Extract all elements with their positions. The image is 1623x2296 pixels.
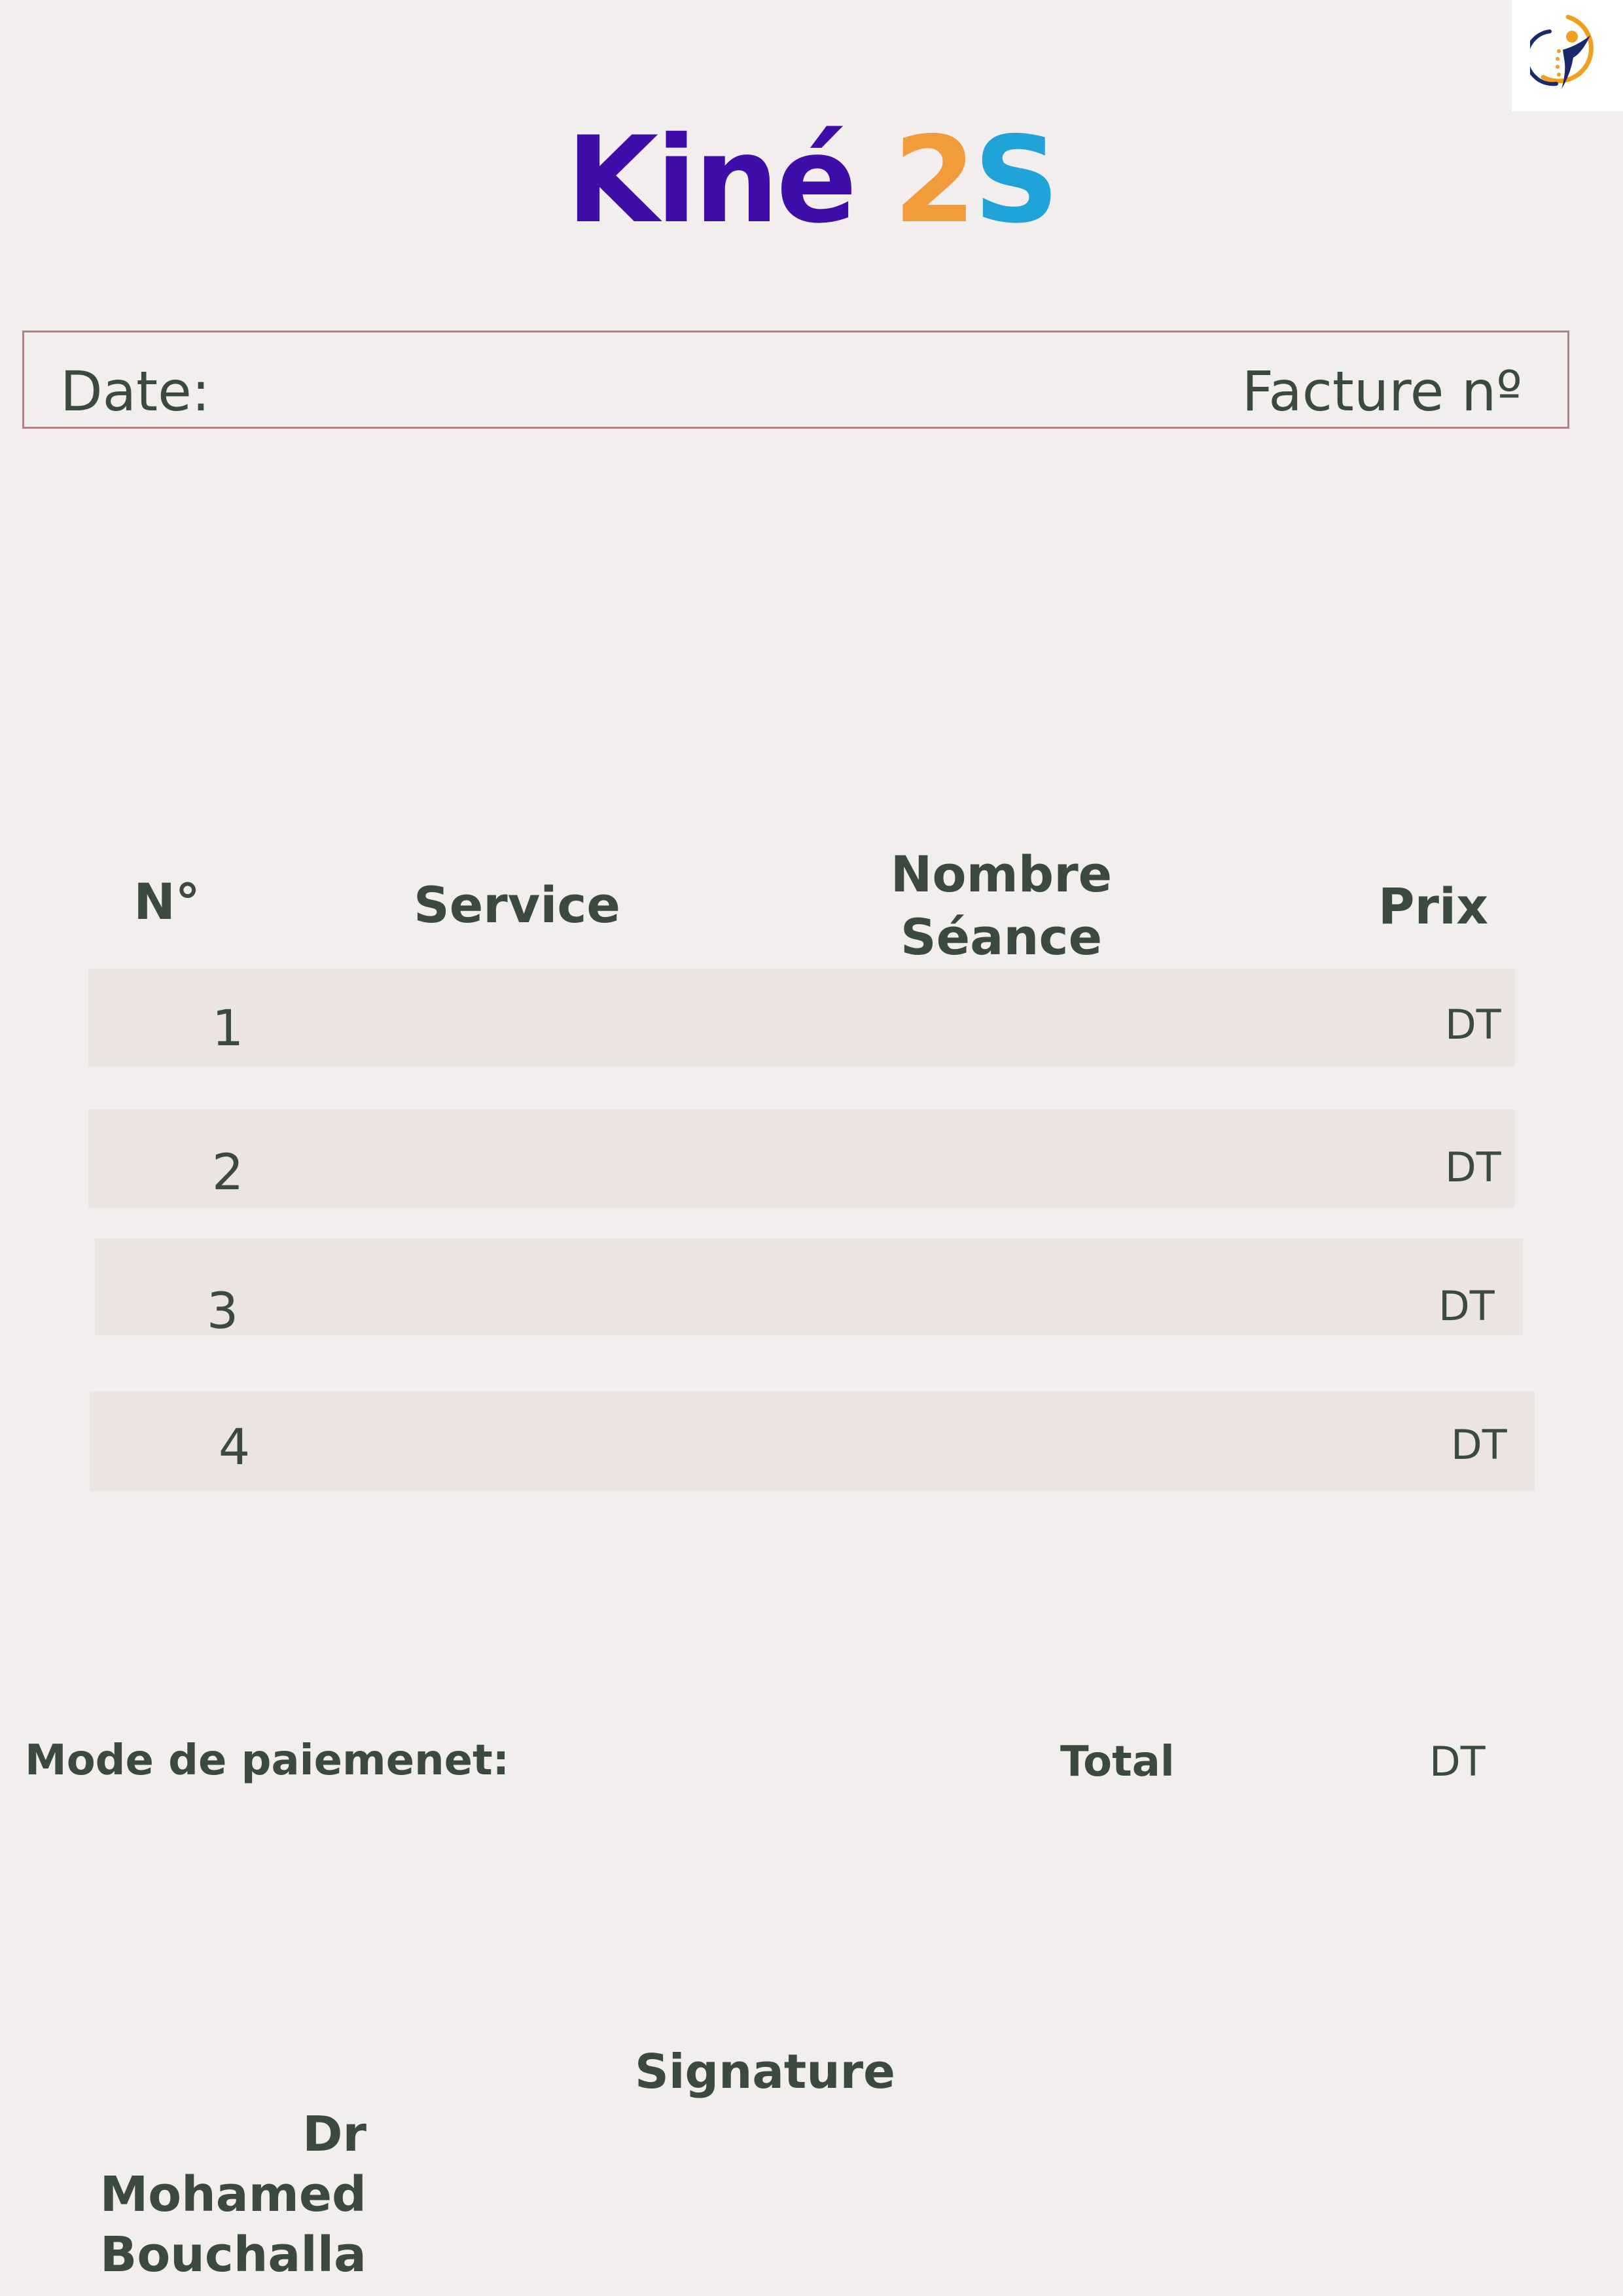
invoice-number-label: Facture nº (1241, 359, 1522, 423)
total-currency: DT (1429, 1738, 1486, 1785)
column-header-price: Prix (1378, 877, 1489, 935)
column-header-number: N° (134, 872, 200, 931)
spine-figure-icon (1530, 14, 1594, 89)
row-number: 4 (218, 1418, 251, 1476)
title-letter: S (973, 111, 1060, 249)
title-number: 2 (893, 111, 976, 249)
table-row (95, 1238, 1523, 1335)
payment-method-label: Mode de paiemenet: (25, 1736, 510, 1785)
table-row (88, 1109, 1515, 1208)
date-label: Date: (60, 359, 211, 423)
table-row (88, 969, 1515, 1067)
row-price-currency: DT (1438, 1282, 1495, 1330)
column-header-service: Service (414, 876, 620, 934)
row-number: 2 (211, 1143, 244, 1201)
clinic-logo (1512, 0, 1623, 111)
column-header-sessions-line1: Nombre (890, 845, 1113, 903)
row-price-currency: DT (1445, 1001, 1501, 1049)
doctor-name-line1: Dr Mohamed (99, 2106, 366, 2223)
column-header-sessions: Nombre Séance (825, 843, 1178, 969)
row-number: 3 (206, 1282, 239, 1340)
doctor-name-line2: Bouchalla (99, 2227, 366, 2283)
column-header-sessions-line2: Séance (900, 908, 1103, 966)
table-row (90, 1391, 1535, 1491)
total-label: Total (1060, 1738, 1175, 1786)
row-price-currency: DT (1451, 1421, 1507, 1469)
signature-label: Signature (635, 2044, 895, 2099)
row-price-currency: DT (1445, 1143, 1501, 1191)
title-word: Kiné (566, 111, 857, 249)
clinic-title: Kiné 2S (0, 108, 1623, 252)
row-number: 1 (211, 999, 244, 1057)
doctor-name: Dr Mohamed Bouchalla (26, 2104, 366, 2285)
